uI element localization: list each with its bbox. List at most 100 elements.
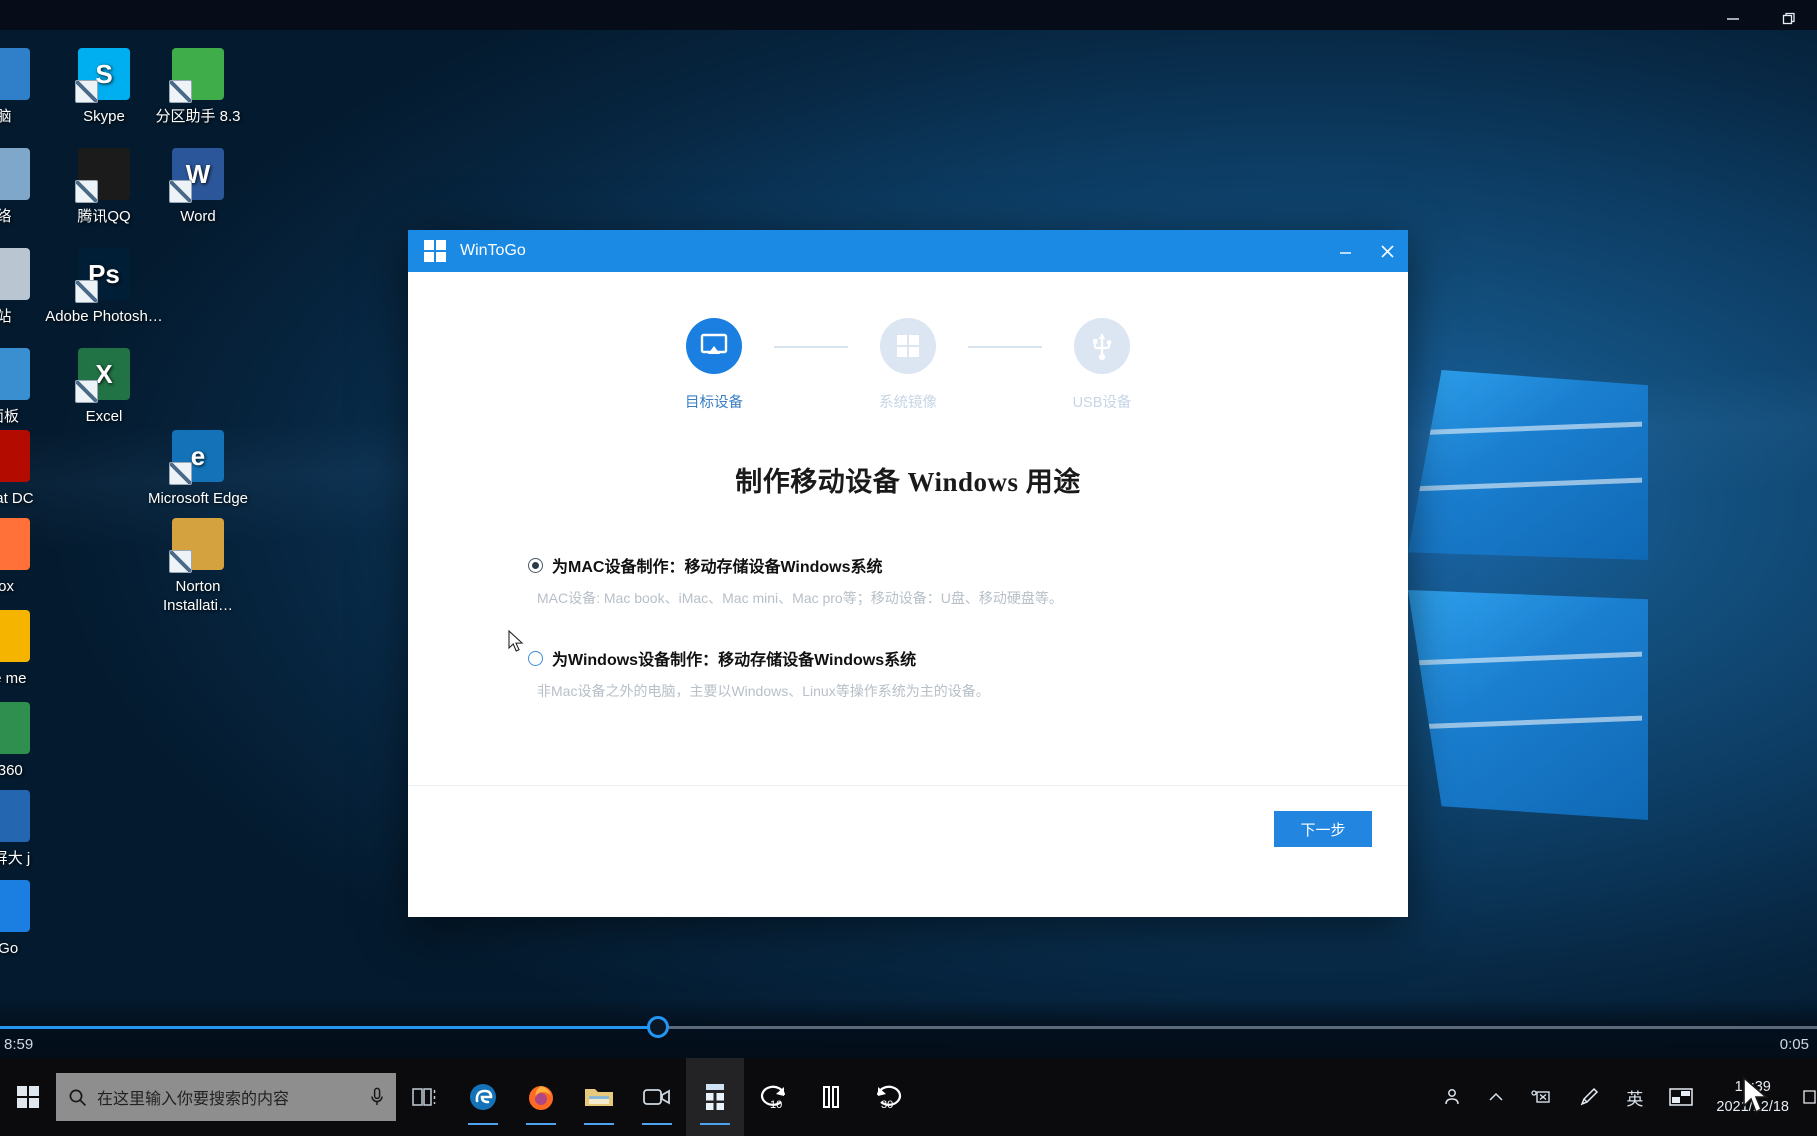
taskbar-edge-icon[interactable] bbox=[454, 1058, 512, 1136]
usb-icon bbox=[1074, 318, 1130, 374]
elapsed-time: 8:59 bbox=[4, 1036, 34, 1053]
360-icon bbox=[0, 702, 30, 754]
step-label: USB设备 bbox=[1072, 395, 1132, 411]
desktop-icon-screen-recorder[interactable]: 录屏大 j bbox=[0, 790, 60, 868]
desktop-icon-chrome[interactable]: gle me bbox=[0, 610, 60, 688]
desktop-icon-360[interactable]: n 360 bbox=[0, 702, 60, 780]
wintogo-footer: 下一步 bbox=[408, 785, 1408, 872]
player-seek-knob[interactable] bbox=[646, 1016, 669, 1038]
desktop-icon-label: n 360 bbox=[0, 762, 23, 779]
desktop-icon-label: fox bbox=[0, 578, 14, 595]
photoshop-icon: Ps bbox=[75, 248, 130, 303]
desktop-icon-label: oGo bbox=[0, 940, 19, 957]
people-icon[interactable] bbox=[1429, 1058, 1475, 1136]
desktop-icon-norton[interactable]: Norton Installati… bbox=[142, 518, 254, 615]
network-disconnected-icon[interactable] bbox=[1517, 1058, 1565, 1136]
page-title: 制作移动设备 Windows 用途 bbox=[735, 467, 1081, 497]
edge-icon: e bbox=[169, 430, 224, 485]
this-pc-icon bbox=[0, 48, 30, 100]
search-icon bbox=[69, 1089, 87, 1106]
player-seekbar-area: 8:59 0:05 bbox=[0, 998, 1817, 1058]
desktop-icon-label: Excel bbox=[85, 408, 123, 425]
excel-icon: X bbox=[75, 348, 130, 403]
wallpaper-logo-pane-bottom bbox=[1408, 590, 1648, 820]
desktop-icon-firefox[interactable]: fox bbox=[0, 518, 60, 596]
task-view-icon[interactable] bbox=[396, 1058, 454, 1136]
wintogo-title-text: WinToGo bbox=[460, 242, 526, 259]
wintogo-close-button[interactable] bbox=[1366, 230, 1408, 272]
forward-30-button[interactable]: 30 bbox=[860, 1058, 918, 1136]
chrome-icon bbox=[0, 610, 30, 662]
taskbar-wintogo-icon[interactable] bbox=[686, 1058, 744, 1136]
pen-icon[interactable] bbox=[1565, 1058, 1613, 1136]
wintogo-body: 目标设备 系统镜像 USB设备 制作移动设备 Windows 用途 为MAC设备… bbox=[408, 272, 1408, 872]
microphone-icon bbox=[371, 1087, 383, 1105]
taskbar: 在这里输入你要搜索的内容 10 30 英 12:39 2021/12/18 bbox=[0, 1058, 1817, 1136]
chevron-up-icon[interactable] bbox=[1475, 1058, 1517, 1136]
monitor-airplay-icon bbox=[686, 318, 742, 374]
notifications-icon[interactable] bbox=[1803, 1058, 1817, 1136]
desktop-icon-label: Adobe Photosh… bbox=[45, 308, 163, 325]
purpose-radio-group: 为MAC设备制作：移动存储设备Windows系统 MAC设备: Mac book… bbox=[528, 553, 1408, 701]
taskbar-firefox-icon[interactable] bbox=[512, 1058, 570, 1136]
svg-text:10: 10 bbox=[770, 1099, 782, 1111]
network-icon bbox=[0, 148, 30, 200]
norton-icon bbox=[169, 518, 224, 573]
ime-panel-icon[interactable] bbox=[1656, 1058, 1706, 1136]
desktop-icon-label: 分区助手 8.3 bbox=[155, 108, 241, 125]
wizard-stepper: 目标设备 系统镜像 USB设备 bbox=[408, 272, 1408, 412]
taskbar-file-explorer-icon[interactable] bbox=[570, 1058, 628, 1136]
desktop-icon-partition[interactable]: 分区助手 8.3 bbox=[142, 48, 254, 126]
option-mac-description: MAC设备: Mac book、iMac、Mac mini、Mac pro等；移… bbox=[537, 590, 1063, 606]
desktop-icon-edge[interactable]: e Microsoft Edge bbox=[142, 430, 254, 508]
desktop-icon-excel[interactable]: X Excel bbox=[48, 348, 160, 426]
pause-button[interactable] bbox=[802, 1058, 860, 1136]
partition-icon bbox=[169, 48, 224, 103]
mouse-cursor bbox=[508, 630, 525, 654]
desktop-icon-label: Word bbox=[180, 208, 216, 225]
clock-time: 12:39 bbox=[1734, 1079, 1771, 1095]
start-button[interactable] bbox=[0, 1058, 56, 1136]
desktop-icon-acrobat[interactable]: be at DC bbox=[0, 430, 60, 508]
wintogo-titlebar: WinToGo bbox=[408, 230, 1408, 272]
taskbar-video-camera-icon[interactable] bbox=[628, 1058, 686, 1136]
step-system-image[interactable]: 系统镜像 bbox=[848, 318, 968, 412]
control-panel-icon bbox=[0, 348, 30, 400]
wintogo-minimize-button[interactable] bbox=[1324, 230, 1366, 272]
desktop-icon-label: Microsoft Edge bbox=[147, 490, 249, 507]
wintogo-icon bbox=[0, 880, 30, 932]
player-seek-fill bbox=[0, 1026, 658, 1029]
rewind-10-button[interactable]: 10 bbox=[744, 1058, 802, 1136]
ime-language-indicator[interactable]: 英 bbox=[1613, 1058, 1656, 1136]
radio-mac[interactable] bbox=[528, 557, 543, 573]
option-windows-label: 为Windows设备制作：移动存储设备Windows系统 bbox=[552, 652, 917, 669]
step-label: 系统镜像 bbox=[879, 395, 937, 411]
step-usb-device[interactable]: USB设备 bbox=[1042, 318, 1162, 412]
desktop-icon-photoshop[interactable]: Ps Adobe Photosh… bbox=[45, 248, 163, 326]
option-windows-description: 非Mac设备之外的电脑，主要以Windows、Linux等操作系统为主的设备。 bbox=[537, 683, 990, 699]
acrobat-icon bbox=[0, 430, 30, 482]
desktop-icon-word[interactable]: W Word bbox=[142, 148, 254, 226]
desktop-icon-wintogo[interactable]: oGo bbox=[0, 880, 60, 958]
screen-recorder-icon bbox=[0, 790, 30, 842]
wintogo-window: WinToGo 目标设备 系统镜像 USB设备 制作移动设备 Windows 用… bbox=[408, 230, 1408, 917]
desktop-icon-label: 录屏大 j bbox=[0, 850, 31, 867]
clock-date: 2021/12/18 bbox=[1716, 1099, 1789, 1115]
step-target-device[interactable]: 目标设备 bbox=[654, 318, 774, 412]
firefox-icon bbox=[0, 518, 30, 570]
desktop-icon-label: Norton Installati… bbox=[162, 578, 234, 614]
desktop-wallpaper: 脑 S Skype 分区助手 8.3 络腾讯QQ W Word 站 Ps Adobe Photos… bbox=[0, 30, 1817, 1058]
qq-icon bbox=[75, 148, 130, 203]
option-mac[interactable]: 为MAC设备制作：移动存储设备Windows系统 MAC设备: Mac book… bbox=[528, 553, 1408, 608]
next-button[interactable]: 下一步 bbox=[1274, 811, 1372, 847]
option-windows[interactable]: 为Windows设备制作：移动存储设备Windows系统 非Mac设备之外的电脑… bbox=[528, 646, 1408, 701]
clock[interactable]: 12:39 2021/12/18 bbox=[1706, 1058, 1803, 1136]
search-input[interactable]: 在这里输入你要搜索的内容 bbox=[56, 1073, 396, 1121]
skype-icon: S bbox=[75, 48, 130, 103]
radio-windows[interactable] bbox=[528, 650, 543, 666]
step-label: 目标设备 bbox=[685, 395, 743, 411]
player-seek-track[interactable] bbox=[0, 1016, 1817, 1038]
desktop-icon-label: gle me bbox=[0, 670, 27, 687]
option-mac-label: 为MAC设备制作：移动存储设备Windows系统 bbox=[552, 559, 883, 576]
stepper-connector-2 bbox=[968, 346, 1042, 348]
